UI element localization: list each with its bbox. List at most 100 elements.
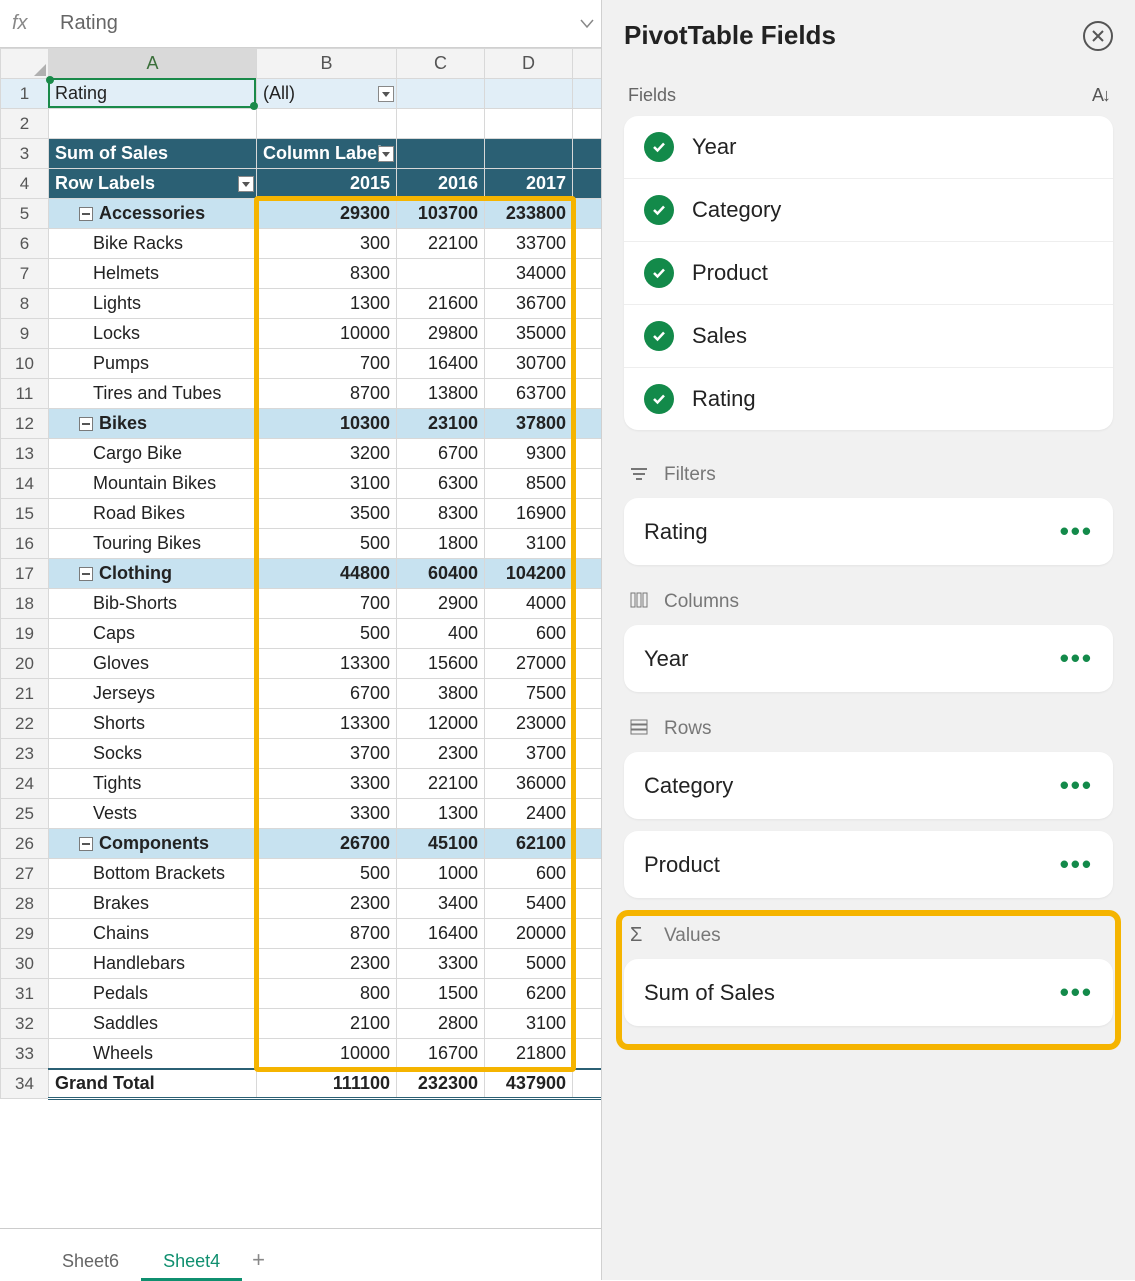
cell[interactable] [397, 109, 485, 139]
cell[interactable]: 3300 [257, 769, 397, 799]
cell[interactable]: 111100 [257, 1069, 397, 1099]
cell[interactable]: 2400 [485, 799, 573, 829]
cell[interactable]: 700 [257, 589, 397, 619]
collapse-icon[interactable] [79, 417, 93, 431]
row-header-22[interactable]: 22 [1, 709, 49, 739]
row-header-16[interactable]: 16 [1, 529, 49, 559]
cell[interactable]: 35000 [485, 319, 573, 349]
row-header-32[interactable]: 32 [1, 1009, 49, 1039]
cell[interactable]: 8500 [485, 469, 573, 499]
column-header-C[interactable]: C [397, 49, 485, 79]
row-header-5[interactable]: 5 [1, 199, 49, 229]
filter-chip-rating[interactable]: Rating ••• [624, 498, 1113, 565]
cell[interactable]: 6200 [485, 979, 573, 1009]
cell[interactable]: 600 [485, 859, 573, 889]
cell[interactable]: 60400 [397, 559, 485, 589]
row-header-3[interactable]: 3 [1, 139, 49, 169]
cell[interactable]: 36000 [485, 769, 573, 799]
cell[interactable]: 2300 [397, 739, 485, 769]
cell[interactable]: 2015 [257, 169, 397, 199]
cell[interactable]: Handlebars [49, 949, 257, 979]
cell[interactable]: 700 [257, 349, 397, 379]
cell[interactable]: 1500 [397, 979, 485, 1009]
row-header-15[interactable]: 15 [1, 499, 49, 529]
cell[interactable]: 23100 [397, 409, 485, 439]
cell[interactable]: 22100 [397, 769, 485, 799]
row-header-2[interactable]: 2 [1, 109, 49, 139]
select-all-corner[interactable] [1, 49, 49, 79]
cell[interactable]: 3300 [397, 949, 485, 979]
add-sheet-button[interactable]: + [242, 1245, 274, 1275]
cell[interactable]: 500 [257, 529, 397, 559]
row-header-19[interactable]: 19 [1, 619, 49, 649]
cell[interactable]: Gloves [49, 649, 257, 679]
dropdown-icon[interactable] [378, 86, 394, 102]
cell[interactable]: 23000 [485, 709, 573, 739]
cell[interactable]: 6700 [397, 439, 485, 469]
row-header-8[interactable]: 8 [1, 289, 49, 319]
cell[interactable]: 300 [257, 229, 397, 259]
cell[interactable]: 5000 [485, 949, 573, 979]
cell[interactable]: Tires and Tubes [49, 379, 257, 409]
cell[interactable]: 500 [257, 859, 397, 889]
cell[interactable]: 27000 [485, 649, 573, 679]
cell[interactable]: 5400 [485, 889, 573, 919]
field-row-category[interactable]: Category [624, 179, 1113, 242]
cell[interactable] [485, 109, 573, 139]
cell[interactable]: 3700 [485, 739, 573, 769]
cell[interactable]: Bottom Brackets [49, 859, 257, 889]
cell[interactable]: 3100 [485, 529, 573, 559]
row-header-25[interactable]: 25 [1, 799, 49, 829]
cell[interactable]: 12000 [397, 709, 485, 739]
cell[interactable] [485, 139, 573, 169]
cell[interactable]: Jerseys [49, 679, 257, 709]
grid[interactable]: ABCD1Rating(All)23Sum of SalesColumn Lab… [0, 48, 601, 1228]
cell[interactable]: 3700 [257, 739, 397, 769]
cell[interactable]: 63700 [485, 379, 573, 409]
cell[interactable]: 500 [257, 619, 397, 649]
row-header-30[interactable]: 30 [1, 949, 49, 979]
cell[interactable]: Chains [49, 919, 257, 949]
cell[interactable]: 232300 [397, 1069, 485, 1099]
cell[interactable]: 8700 [257, 379, 397, 409]
cell[interactable]: 16400 [397, 919, 485, 949]
row-header-26[interactable]: 26 [1, 829, 49, 859]
sheet-tab-sheet4[interactable]: Sheet4 [141, 1245, 242, 1281]
cell[interactable] [397, 139, 485, 169]
cell[interactable]: 21600 [397, 289, 485, 319]
row-header-17[interactable]: 17 [1, 559, 49, 589]
cell[interactable]: 13800 [397, 379, 485, 409]
row-header-10[interactable]: 10 [1, 349, 49, 379]
cell[interactable]: 1800 [397, 529, 485, 559]
dropdown-icon[interactable] [378, 146, 394, 162]
row-header-7[interactable]: 7 [1, 259, 49, 289]
cell[interactable]: Bib-Shorts [49, 589, 257, 619]
cell[interactable] [485, 79, 573, 109]
cell[interactable]: Caps [49, 619, 257, 649]
cell[interactable]: Shorts [49, 709, 257, 739]
cell[interactable]: 20000 [485, 919, 573, 949]
cell[interactable]: 13300 [257, 709, 397, 739]
column-chip-year[interactable]: Year ••• [624, 625, 1113, 692]
cell[interactable]: 1300 [397, 799, 485, 829]
cell[interactable]: 104200 [485, 559, 573, 589]
cell[interactable]: 103700 [397, 199, 485, 229]
cell[interactable]: Bikes [49, 409, 257, 439]
row-header-27[interactable]: 27 [1, 859, 49, 889]
cell[interactable]: 8300 [257, 259, 397, 289]
close-icon[interactable] [1083, 21, 1113, 51]
cell[interactable]: Accessories [49, 199, 257, 229]
cell[interactable]: Cargo Bike [49, 439, 257, 469]
cell[interactable]: 29300 [257, 199, 397, 229]
cell[interactable]: 10000 [257, 319, 397, 349]
sheet-tab-sheet6[interactable]: Sheet6 [40, 1245, 141, 1278]
cell[interactable]: 10000 [257, 1039, 397, 1069]
sort-icon[interactable]: A↓ [1092, 85, 1109, 106]
cell[interactable] [397, 259, 485, 289]
cell[interactable]: 16900 [485, 499, 573, 529]
row-header-33[interactable]: 33 [1, 1039, 49, 1069]
cell[interactable]: 16400 [397, 349, 485, 379]
value-chip-sum-sales[interactable]: Sum of Sales ••• [624, 959, 1113, 1026]
cell[interactable]: 3800 [397, 679, 485, 709]
cell[interactable]: 9300 [485, 439, 573, 469]
